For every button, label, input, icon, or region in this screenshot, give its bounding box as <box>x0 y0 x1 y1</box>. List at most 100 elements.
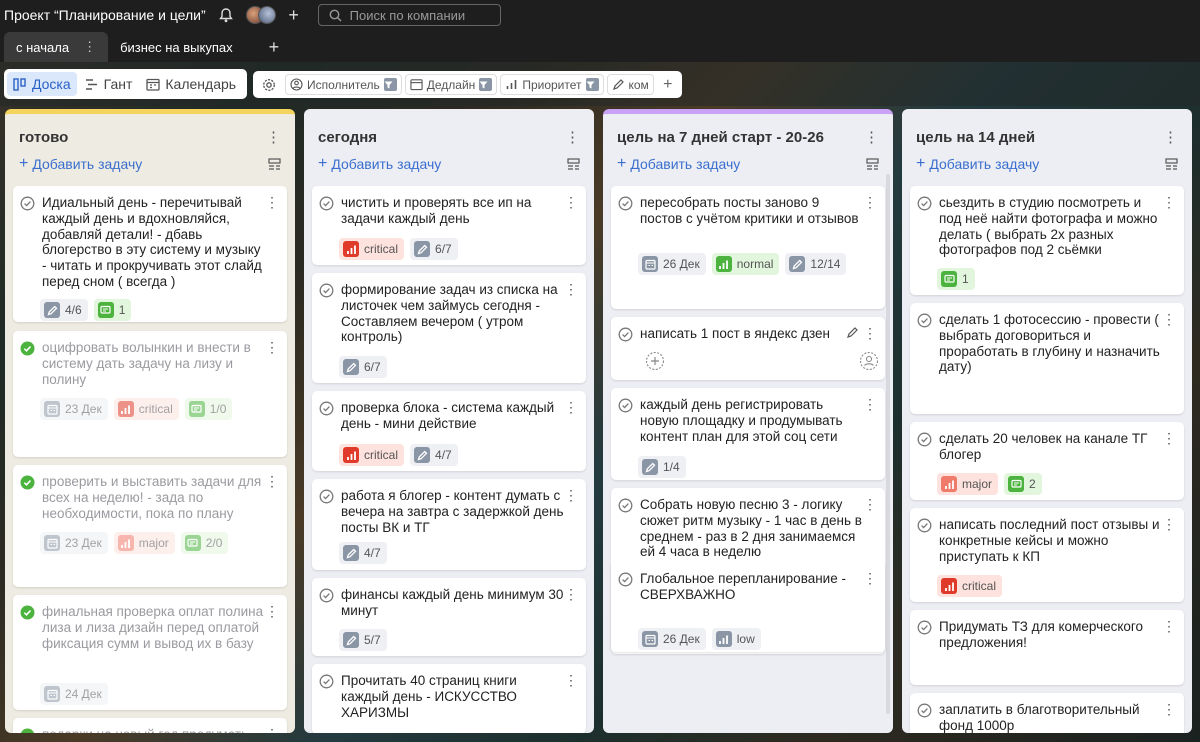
column-menu-icon[interactable]: ⋮ <box>565 128 580 146</box>
column-menu-icon[interactable]: ⋮ <box>864 128 879 146</box>
completed-check-icon[interactable] <box>20 475 35 495</box>
card-menu-icon[interactable]: ⋮ <box>1162 619 1176 633</box>
check-circle-icon[interactable] <box>319 674 334 694</box>
task-title[interactable]: Придумать ТЗ для комерческого предложени… <box>939 619 1162 651</box>
card-menu-icon[interactable]: ⋮ <box>564 400 578 414</box>
add-task-button[interactable]: + Добавить задачу <box>916 155 1039 173</box>
settings-gear-icon[interactable] <box>256 74 282 96</box>
add-task-button[interactable]: + Добавить задачу <box>318 155 441 173</box>
check-circle-icon[interactable] <box>319 489 334 509</box>
checklist-badge[interactable]: 4/7 <box>339 542 387 564</box>
check-circle-icon[interactable] <box>917 620 932 640</box>
task-title[interactable]: проверить и выставить задачи для всех на… <box>42 474 265 521</box>
card-menu-icon[interactable]: ⋮ <box>863 497 877 511</box>
check-circle-icon[interactable] <box>618 572 633 592</box>
comments-badge[interactable]: 1 <box>93 299 132 321</box>
deadline-badge[interactable]: 24 Дек <box>40 683 108 705</box>
deadline-badge[interactable]: 26 Дек <box>638 253 706 275</box>
check-circle-icon[interactable] <box>917 703 932 723</box>
task-card[interactable]: работа я блогер - контент думать с вечер… <box>312 479 586 570</box>
task-title[interactable]: формирование задач из списка на листочек… <box>341 282 564 345</box>
avatar[interactable] <box>257 6 276 24</box>
task-card[interactable]: формирование задач из списка на листочек… <box>312 273 586 383</box>
filter-comment-tag[interactable]: ком <box>606 74 654 95</box>
checklist-badge[interactable]: 1/4 <box>638 456 686 478</box>
check-circle-icon[interactable] <box>618 196 633 216</box>
check-circle-icon[interactable] <box>618 398 633 418</box>
task-card[interactable]: Придумать ТЗ для комерческого предложени… <box>910 610 1184 685</box>
card-menu-icon[interactable]: ⋮ <box>265 340 279 354</box>
filter-assignee[interactable]: Исполнитель <box>285 74 402 95</box>
deadline-badge[interactable]: 23 Дек <box>40 398 108 420</box>
completed-check-icon[interactable] <box>20 728 35 733</box>
add-filter-icon[interactable]: + <box>657 76 679 94</box>
check-circle-icon[interactable] <box>20 196 35 216</box>
checklist-badge[interactable]: 4/6 <box>40 299 88 321</box>
card-menu-icon[interactable]: ⋮ <box>265 604 279 618</box>
card-menu-icon[interactable]: ⋮ <box>564 673 578 687</box>
template-icon[interactable] <box>268 157 281 175</box>
deadline-badge[interactable]: 26 Дек <box>638 628 706 650</box>
comments-badge[interactable]: 1/0 <box>184 398 233 420</box>
view-board-button[interactable]: Доска <box>7 72 77 96</box>
card-menu-icon[interactable]: ⋮ <box>863 195 877 209</box>
card-menu-icon[interactable]: ⋮ <box>1162 312 1176 326</box>
task-card[interactable]: финансы каждый день минимум 30 минут ⋮ 5/7 <box>312 578 586 656</box>
check-circle-icon[interactable] <box>618 327 633 347</box>
task-title[interactable]: написать 1 пост в яндекс дзен <box>640 326 863 342</box>
card-menu-icon[interactable]: ⋮ <box>564 195 578 209</box>
comments-badge[interactable]: 2/0 <box>180 532 229 554</box>
priority-badge[interactable]: critical <box>937 575 1003 597</box>
task-title[interactable]: пересобрать посты заново 9 постов с учёт… <box>640 195 863 227</box>
card-menu-icon[interactable]: ⋮ <box>265 727 279 733</box>
kebab-menu-icon[interactable]: ⋮ <box>83 39 96 55</box>
task-title[interactable]: финальная проверка оплат полина лиза и л… <box>42 604 265 651</box>
task-title[interactable]: каждый день регистрировать новую площадк… <box>640 397 863 444</box>
task-card[interactable]: написать последний пост отзывы и конкрет… <box>910 508 1184 602</box>
search-input[interactable]: Поиск по компании <box>317 4 501 26</box>
task-title[interactable]: проверка блока - система каждый день - м… <box>341 400 564 432</box>
comments-badge[interactable]: 2 <box>1004 473 1042 495</box>
card-menu-icon[interactable]: ⋮ <box>265 474 279 488</box>
template-icon[interactable] <box>866 157 879 175</box>
template-icon[interactable] <box>567 157 580 175</box>
task-title[interactable]: сделать 20 человек на канале ТГ блогер <box>939 431 1162 463</box>
task-card[interactable]: Глобальное перепланирование - СВЕРХВАЖНО… <box>611 562 885 652</box>
card-menu-icon[interactable]: ⋮ <box>863 326 877 340</box>
task-card[interactable]: пересобрать посты заново 9 постов с учёт… <box>611 186 885 309</box>
deadline-badge[interactable]: 23 Дек <box>40 532 108 554</box>
priority-badge[interactable]: critical <box>339 238 405 260</box>
task-card[interactable]: Прочитать 40 страниц книги каждый день -… <box>312 664 586 733</box>
task-card[interactable]: оцифровать волынкин и внести в систему д… <box>13 331 287 457</box>
card-menu-icon[interactable]: ⋮ <box>564 488 578 502</box>
priority-badge[interactable]: critical <box>113 398 179 420</box>
bell-icon[interactable] <box>218 7 234 23</box>
check-circle-icon[interactable] <box>319 401 334 421</box>
project-title[interactable]: Проект “Планирование и цели” <box>4 7 206 23</box>
card-menu-icon[interactable]: ⋮ <box>1162 195 1176 209</box>
task-card[interactable]: подарки на новый год продумать⋮ <box>13 718 287 733</box>
task-card[interactable]: сьездить в студию посмотреть и под неё н… <box>910 186 1184 295</box>
task-title[interactable]: Глобальное перепланирование - СВЕРХВАЖНО <box>640 571 863 603</box>
check-circle-icon[interactable] <box>319 196 334 216</box>
check-circle-icon[interactable] <box>618 498 633 518</box>
task-title[interactable]: Прочитать 40 страниц книги каждый день -… <box>341 673 564 720</box>
task-title[interactable]: заплатить в благотворительный фонд 1000р <box>939 702 1162 733</box>
task-card[interactable]: написать 1 пост в яндекс дзен ⋮ <box>611 317 885 380</box>
priority-badge[interactable]: critical <box>339 444 405 466</box>
card-menu-icon[interactable]: ⋮ <box>863 397 877 411</box>
check-circle-icon[interactable] <box>319 588 334 608</box>
filter-priority[interactable]: Приоритет <box>500 74 604 95</box>
check-circle-icon[interactable] <box>917 432 932 452</box>
card-menu-icon[interactable]: ⋮ <box>1162 431 1176 445</box>
tab-s-nachala[interactable]: с начала ⋮ <box>4 32 109 62</box>
task-title[interactable]: написать последний пост отзывы и конкрет… <box>939 517 1162 564</box>
card-menu-icon[interactable]: ⋮ <box>265 195 279 209</box>
add-task-button[interactable]: + Добавить задачу <box>19 155 142 173</box>
task-card[interactable]: сделать 1 фотосессию - провести ( выбрат… <box>910 303 1184 414</box>
card-menu-icon[interactable]: ⋮ <box>564 282 578 296</box>
task-title[interactable]: чистить и проверять все ип на задачи каж… <box>341 195 564 227</box>
checklist-badge[interactable]: 6/7 <box>339 356 387 378</box>
task-card[interactable]: сделать 20 человек на канале ТГ блогер ⋮ m… <box>910 422 1184 500</box>
add-subtask-icon[interactable] <box>645 351 665 376</box>
